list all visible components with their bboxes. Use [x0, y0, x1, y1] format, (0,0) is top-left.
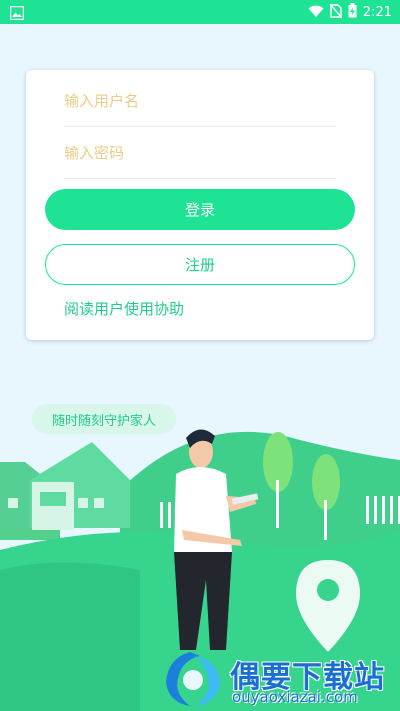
- watermark-logo-icon: [166, 652, 220, 706]
- login-button-label: 登录: [184, 201, 215, 219]
- password-field: [64, 128, 336, 179]
- status-bar: 2:21: [0, 0, 400, 24]
- image-icon: [9, 5, 25, 21]
- slogan-badge: 随时随刻守护家人: [32, 404, 176, 434]
- login-card: 登录 注册 阅读用户使用协助: [26, 70, 374, 340]
- watermark-url: ouyaoxiazai.com: [232, 688, 358, 706]
- battery-charging-icon: [348, 2, 357, 22]
- register-button[interactable]: 注册: [45, 244, 355, 285]
- no-sim-icon: [329, 3, 343, 22]
- username-field: [64, 76, 336, 127]
- status-icons: 2:21: [308, 0, 392, 24]
- status-time: 2:21: [362, 4, 392, 20]
- password-input[interactable]: [64, 144, 336, 162]
- login-button[interactable]: 登录: [45, 189, 355, 230]
- username-input[interactable]: [64, 92, 336, 110]
- register-button-label: 注册: [184, 256, 215, 274]
- house-icon: [0, 442, 130, 530]
- user-agreement-link[interactable]: 阅读用户使用协助: [64, 298, 184, 319]
- wifi-icon: [308, 3, 324, 22]
